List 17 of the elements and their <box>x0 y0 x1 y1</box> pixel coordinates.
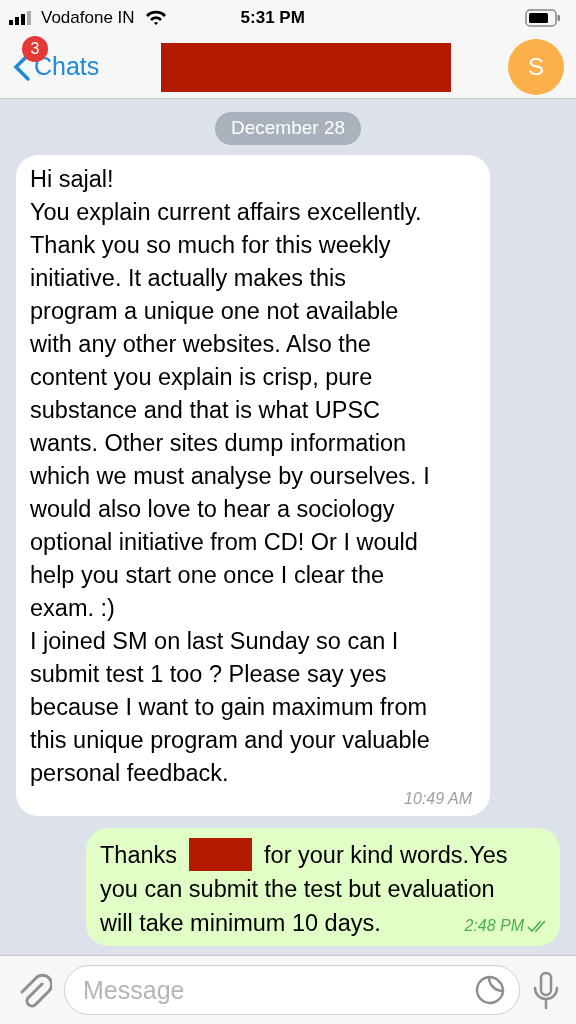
wifi-icon <box>144 10 167 26</box>
avatar[interactable]: S <box>508 39 564 95</box>
battery-icon <box>525 9 561 27</box>
message-text: for your kind words.Yes <box>264 840 508 870</box>
sticker-icon[interactable] <box>474 974 506 1006</box>
microphone-icon[interactable] <box>532 970 560 1010</box>
message-text: will take minimum 10 days. <box>100 908 381 938</box>
clock-time: 5:31 PM <box>240 7 305 30</box>
message-text: you can submit the test but evaluation <box>100 874 495 904</box>
carrier-name: Vodafone IN <box>41 7 135 30</box>
message-field[interactable]: Message <box>64 965 520 1015</box>
date-pill: December 28 <box>214 112 362 145</box>
message-text: Hi sajal! You explain current affairs excellently. Thank you so much for this weekly initiative. It actually makes this program a unique one not available with any other websites. Also the content you explain is crisp, pure substance and that is what UPSC wants. Other sites dump information which we must analyse by ourselves. I would also love to hear a sociology optional initiative from CD! Or I would help you start one once I clear the exam. :) I joined SM on last Sunday so can I submit test 1 too ? Please say yes because I want to gain maximum from this unique program and your valuable personal feedback. <box>30 164 430 788</box>
message-time: 10:49 AM <box>404 789 472 808</box>
redaction-block <box>189 838 253 871</box>
message-text: Thanks <box>100 840 178 870</box>
message-time: 2:48 PM <box>464 915 524 936</box>
